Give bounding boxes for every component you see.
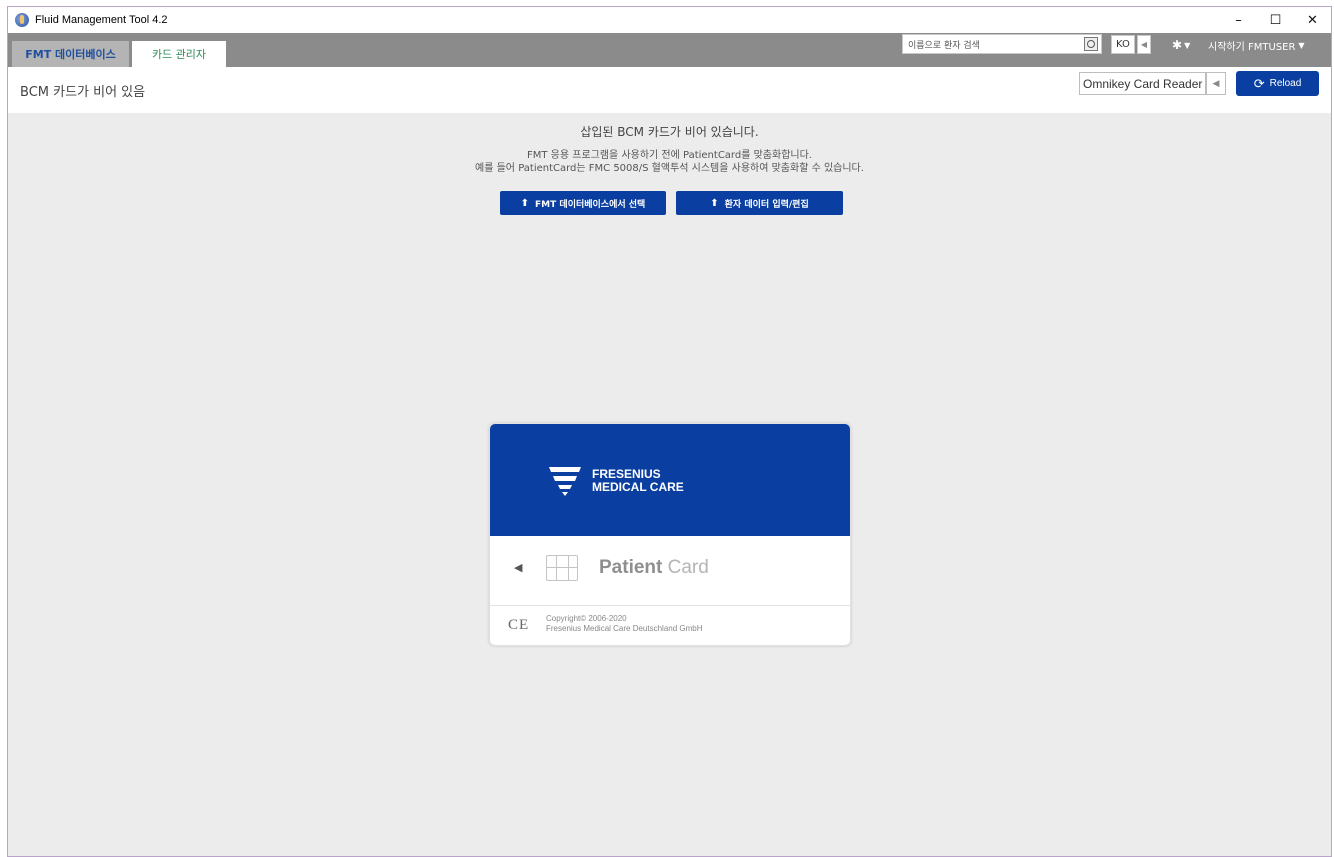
app-window: Fluid Management Tool 4.2 – ☐ ✕ FMT 데이터베…: [7, 6, 1332, 857]
minimize-button[interactable]: –: [1220, 7, 1257, 33]
patient-search-input[interactable]: 이름으로 환자 검색: [902, 34, 1102, 54]
title-bar: Fluid Management Tool 4.2 – ☐ ✕: [8, 7, 1331, 33]
window-title: Fluid Management Tool 4.2: [35, 14, 168, 26]
patient-card-label-strong: Patient: [599, 557, 663, 578]
language-dropdown-arrow-icon[interactable]: ◀: [1137, 35, 1151, 54]
card-chip-icon: [546, 555, 578, 581]
chevron-down-icon: ▼: [1298, 40, 1305, 50]
tab-card-manager[interactable]: 카드 관리자: [132, 41, 226, 67]
window-controls: – ☐ ✕: [1220, 7, 1331, 33]
select-from-database-button[interactable]: ⬆ FMT 데이터베이스에서 선택: [500, 191, 666, 215]
select-from-database-label: FMT 데이터베이스에서 선택: [535, 199, 646, 210]
edit-patient-data-label: 환자 데이터 입력/편집: [724, 199, 809, 210]
brand-line-2: MEDICAL CARE: [592, 480, 684, 494]
chevron-down-icon: ▼: [1184, 40, 1191, 50]
user-label: 시작하기 FMTUSER: [1208, 41, 1296, 53]
app-logo-icon: [15, 13, 29, 27]
search-icon[interactable]: [1084, 37, 1098, 51]
patient-card-label: Patient Card: [599, 557, 709, 579]
tab-fmt-database[interactable]: FMT 데이터베이스: [12, 41, 129, 67]
ce-mark: CE: [508, 617, 530, 633]
patient-card-label-light: Card: [667, 557, 709, 578]
patient-card-graphic: FRESENIUS MEDICAL CARE ◀ Patient Card CE…: [489, 423, 851, 646]
message-title: 삽입된 BCM 카드가 비어 있습니다.: [580, 125, 759, 139]
maximize-button[interactable]: ☐: [1257, 7, 1294, 33]
card-status-text: BCM 카드가 비어 있음: [20, 85, 146, 100]
card-brand-area: FRESENIUS MEDICAL CARE: [490, 424, 850, 536]
message-line-2: 예를 들어 PatientCard는 FMC 5008/S 혈액투석 시스템을 …: [475, 163, 864, 174]
user-menu[interactable]: 시작하기 FMTUSER ▼: [1208, 35, 1305, 55]
card-label-area: ◀ Patient Card: [490, 536, 850, 606]
card-reader-select[interactable]: Omnikey Card Reader: [1079, 72, 1206, 95]
language-select[interactable]: KO: [1111, 35, 1135, 54]
brand-name: FRESENIUS MEDICAL CARE: [592, 468, 684, 494]
card-reader-dropdown-arrow-icon[interactable]: ◀: [1206, 72, 1226, 95]
insert-arrow-icon: ◀: [514, 561, 523, 574]
upload-arrow-icon: ⬆: [520, 197, 530, 209]
fresenius-logo-icon: [549, 467, 581, 496]
settings-menu[interactable]: ✱ ▼: [1172, 35, 1190, 55]
reload-icon: ⟳: [1253, 75, 1265, 91]
card-copyright: Copyright© 2006-2020 Fresenius Medical C…: [546, 614, 703, 634]
upload-arrow-icon: ⬆: [710, 197, 719, 209]
edit-patient-data-button[interactable]: ⬆ 환자 데이터 입력/편집: [676, 191, 843, 215]
reload-button[interactable]: ⟳ Reload: [1236, 71, 1319, 96]
copyright-line-2: Fresenius Medical Care Deutschland GmbH: [546, 624, 703, 633]
reload-label: Reload: [1269, 78, 1302, 89]
copyright-line-1: Copyright© 2006-2020: [546, 614, 627, 623]
gear-icon: ✱: [1172, 38, 1183, 52]
close-button[interactable]: ✕: [1294, 7, 1331, 33]
